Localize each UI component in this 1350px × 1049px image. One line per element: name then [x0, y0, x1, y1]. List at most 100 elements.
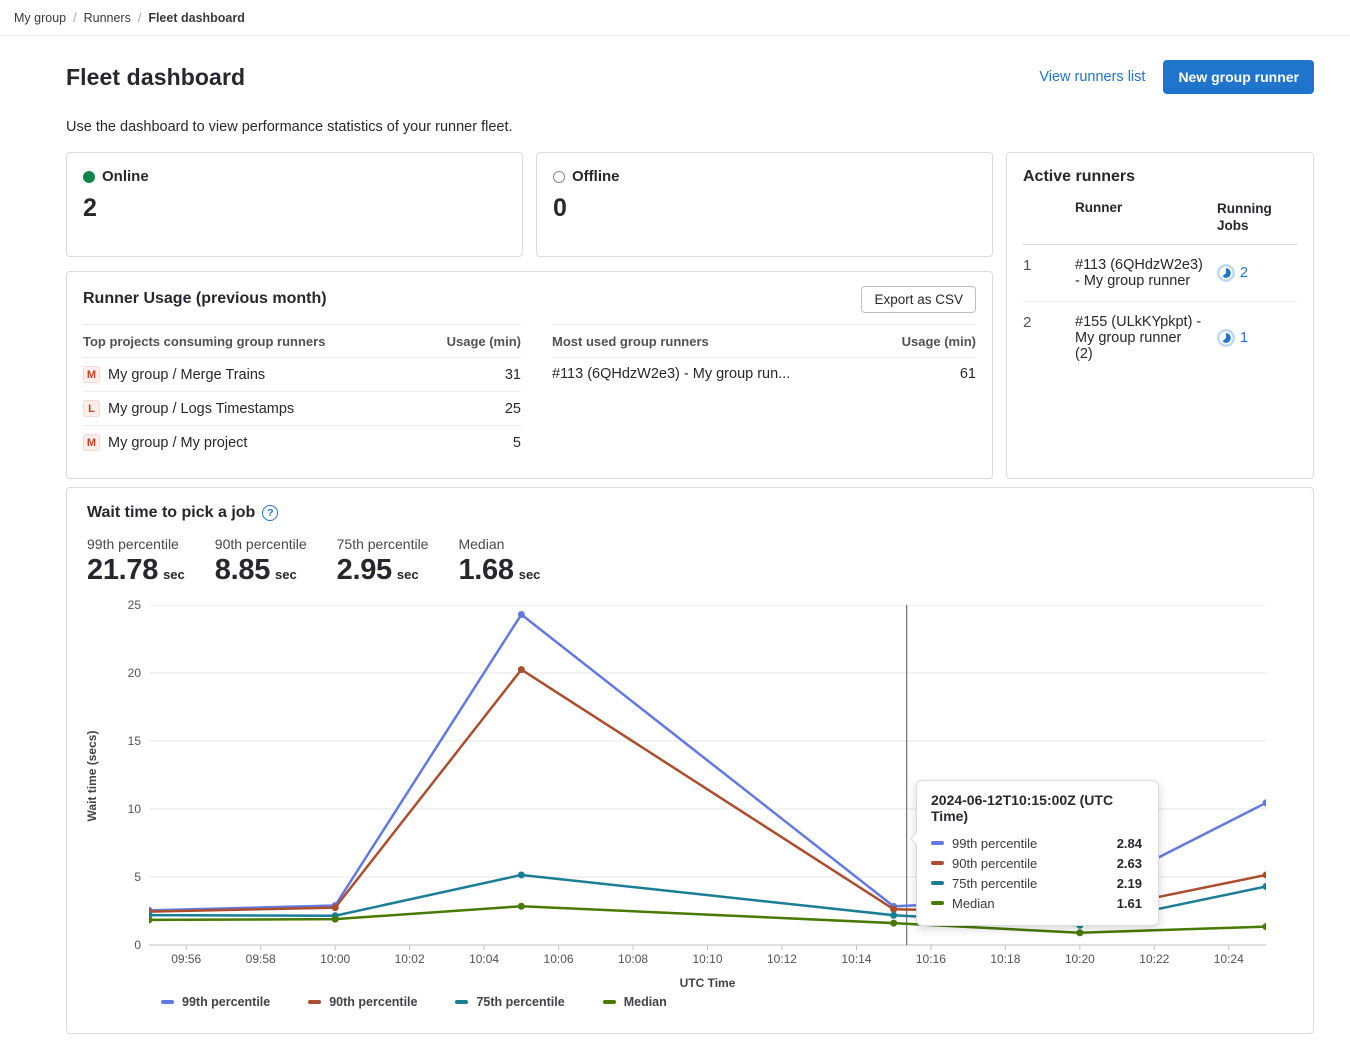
offline-status-icon: [553, 171, 565, 183]
x-axis-title: UTC Time: [149, 976, 1266, 990]
y-tick-label: 20: [83, 666, 141, 680]
stat-unit: sec: [397, 567, 419, 582]
x-tick-label: 10:22: [1131, 952, 1177, 966]
legend-item[interactable]: 99th percentile: [161, 995, 270, 1009]
header-actions: View runners list New group runner: [1039, 60, 1314, 94]
y-tick-label: 10: [83, 802, 141, 816]
chart-legend: 99th percentile 90th percentile 75th per…: [161, 995, 667, 1009]
legend-item[interactable]: 75th percentile: [455, 995, 564, 1009]
wait-time-title: Wait time to pick a job: [87, 504, 255, 522]
breadcrumb-runners[interactable]: Runners: [84, 11, 131, 25]
runner-name: #155 (ULkKYpkpt) - My group runner (2): [1075, 314, 1203, 362]
stat-label: 99th percentile: [87, 536, 185, 552]
tooltip-swatch: [931, 881, 944, 885]
new-group-runner-button[interactable]: New group runner: [1163, 60, 1314, 94]
tooltip-row: 90th percentile2.63: [931, 853, 1142, 873]
stat-label: 75th percentile: [337, 536, 429, 552]
running-jobs-count-link[interactable]: 2: [1240, 265, 1248, 281]
offline-runners-card: Offline 0: [536, 152, 993, 257]
x-tick-label: 10:06: [536, 952, 582, 966]
table-row: 2 #155 (ULkKYpkpt) - My group runner (2)…: [1023, 302, 1297, 374]
help-icon[interactable]: ?: [262, 505, 278, 521]
online-count: 2: [83, 194, 506, 223]
x-tick-label: 09:58: [238, 952, 284, 966]
column-header-top-projects: Top projects consuming group runners: [83, 334, 325, 349]
online-label: Online: [102, 168, 149, 185]
legend-swatch: [308, 1000, 321, 1004]
legend-swatch: [603, 1000, 616, 1004]
stat-90th-percentile: 90th percentile 8.85 sec: [215, 536, 307, 587]
tooltip-row: 99th percentile2.84: [931, 833, 1142, 853]
x-tick-label: 10:10: [685, 952, 731, 966]
tooltip-swatch: [931, 861, 944, 865]
stat-unit: sec: [275, 567, 297, 582]
breadcrumb: My group / Runners / Fleet dashboard: [0, 0, 1350, 36]
legend-swatch: [161, 1000, 174, 1004]
status-running-icon: [1217, 329, 1235, 347]
tooltip-swatch: [931, 841, 944, 845]
usage-minutes: 31: [505, 367, 521, 383]
running-jobs-count-link[interactable]: 1: [1240, 330, 1248, 346]
table-row: M My group / Merge Trains 31: [83, 358, 521, 392]
x-tick-label: 10:12: [759, 952, 805, 966]
column-header-runner: Runner: [1075, 200, 1203, 234]
page-title: Fleet dashboard: [66, 64, 245, 91]
x-tick-label: 10:14: [833, 952, 879, 966]
column-header-usage-min: Usage (min): [902, 334, 976, 349]
stat-99th-percentile: 99th percentile 21.78 sec: [87, 536, 185, 587]
x-tick-label: 10:02: [387, 952, 433, 966]
runner-usage-title: Runner Usage (previous month): [83, 290, 976, 308]
usage-minutes: 25: [505, 401, 521, 417]
most-used-runners-table: Most used group runners Usage (min) #113…: [552, 324, 976, 459]
legend-item[interactable]: 90th percentile: [308, 995, 417, 1009]
project-name: My group / Merge Trains: [108, 367, 265, 383]
stat-value: 1.68: [458, 554, 513, 587]
table-row: L My group / Logs Timestamps 25: [83, 392, 521, 426]
tooltip-swatch: [931, 901, 944, 905]
project-name: My group / My project: [108, 435, 247, 451]
y-tick-label: 25: [83, 598, 141, 612]
stat-75th-percentile: 75th percentile 2.95 sec: [337, 536, 429, 587]
breadcrumb-my-group[interactable]: My group: [14, 11, 66, 25]
column-header-usage-min: Usage (min): [447, 334, 521, 349]
x-tick-label: 09:56: [163, 952, 209, 966]
dashboard-cards: Online 2 Offline 0 Active runners Runner…: [66, 152, 1314, 479]
stat-unit: sec: [163, 567, 185, 582]
top-projects-table: Top projects consuming group runners Usa…: [83, 324, 521, 459]
column-header-running-jobs: Running Jobs: [1203, 200, 1297, 234]
tooltip-row: 75th percentile2.19: [931, 873, 1142, 893]
project-name: My group / Logs Timestamps: [108, 401, 294, 417]
y-tick-label: 0: [83, 938, 141, 952]
runner-name: #113 (6QHdzW2e3) - My group runner: [1075, 257, 1203, 289]
wait-time-chart[interactable]: Wait time (secs) 051015202509:5609:5810:…: [83, 597, 1297, 1009]
project-avatar: M: [83, 366, 100, 383]
table-row: #113 (6QHdzW2e3) - My group run... 61: [552, 358, 976, 390]
stat-label: 90th percentile: [215, 536, 307, 552]
offline-count: 0: [553, 194, 976, 223]
x-tick-label: 10:20: [1057, 952, 1103, 966]
project-avatar: L: [83, 400, 100, 417]
page-subtitle: Use the dashboard to view performance st…: [66, 119, 1314, 135]
y-tick-label: 5: [83, 870, 141, 884]
active-runners-card: Active runners Runner Running Jobs 1 #11…: [1006, 152, 1314, 479]
x-tick-label: 10:04: [461, 952, 507, 966]
usage-minutes: 61: [960, 366, 976, 382]
stat-value: 8.85: [215, 554, 270, 587]
legend-item[interactable]: Median: [603, 995, 667, 1009]
table-row: 1 #113 (6QHdzW2e3) - My group runner 2: [1023, 245, 1297, 302]
tooltip-title: 2024-06-12T10:15:00Z (UTC Time): [931, 792, 1142, 824]
export-csv-button[interactable]: Export as CSV: [861, 286, 976, 313]
offline-label: Offline: [572, 168, 620, 185]
runner-rank: 1: [1023, 257, 1075, 289]
stat-label: Median: [458, 536, 540, 552]
tooltip-row: Median1.61: [931, 893, 1142, 913]
view-runners-list-link[interactable]: View runners list: [1039, 69, 1145, 85]
y-tick-label: 15: [83, 734, 141, 748]
page-header: Fleet dashboard View runners list New gr…: [66, 60, 1314, 94]
active-runners-table: Runner Running Jobs 1 #113 (6QHdzW2e3) -…: [1023, 200, 1297, 374]
stat-value: 21.78: [87, 554, 158, 587]
x-tick-label: 10:00: [312, 952, 358, 966]
usage-minutes: 5: [513, 435, 521, 451]
wait-time-stats: 99th percentile 21.78 sec 90th percentil…: [87, 536, 1297, 587]
stat-median: Median 1.68 sec: [458, 536, 540, 587]
